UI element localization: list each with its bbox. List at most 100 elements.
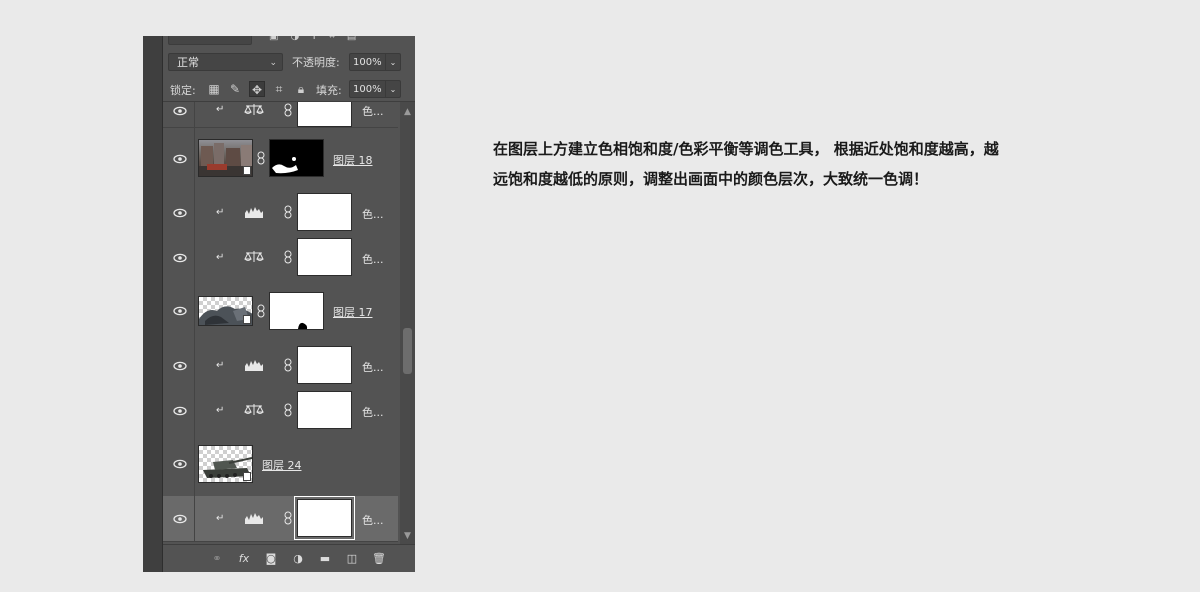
blend-mode-select[interactable]: 正常 ⌄: [168, 53, 283, 71]
lock-position-move-icon[interactable]: ✥: [249, 81, 265, 97]
layers-panel: ▣◑T⌗▤ 正常 ⌄ 不透明度: 100% ⌄ 锁定: ▦ ✎ ✥ ⌗ 🔒︎ 填…: [143, 36, 415, 572]
layer-mask-thumbnail[interactable]: [269, 139, 324, 177]
layer-name[interactable]: 色...: [362, 251, 384, 267]
eye-icon[interactable]: [173, 253, 187, 263]
filter-kind-select[interactable]: [168, 36, 252, 45]
chain-link-icon[interactable]: [257, 151, 265, 165]
panel-inner: ▣◑T⌗▤ 正常 ⌄ 不透明度: 100% ⌄ 锁定: ▦ ✎ ✥ ⌗ 🔒︎ 填…: [163, 36, 415, 572]
clipping-arrow-icon: ↵: [216, 252, 225, 263]
clipping-arrow-icon: ↵: [216, 513, 225, 524]
filter-row: ▣◑T⌗▤: [163, 36, 415, 46]
eye-icon[interactable]: [173, 306, 187, 316]
smart-object-badge-icon: [243, 166, 251, 175]
new-layer-icon[interactable]: ◫: [345, 552, 359, 566]
lock-artboard-crop-icon[interactable]: ⌗: [271, 81, 287, 97]
layer-name[interactable]: 色...: [362, 359, 384, 375]
layer-mask-thumbnail[interactable]: [269, 292, 324, 330]
fill-value: 100%: [353, 84, 382, 95]
color-balance-icon[interactable]: [244, 103, 264, 117]
layer-row-levels[interactable]: ↵ 色...: [163, 343, 398, 389]
layer-row-color-balance[interactable]: ↵ 色...: [163, 388, 398, 434]
chain-link-icon[interactable]: [284, 358, 292, 372]
layers-list: ↵ 色... 图层 18 ↵ 色... ↵ 色... 图层 17 ↵ 色... …: [163, 102, 398, 544]
chain-link-icon[interactable]: [284, 403, 292, 417]
lock-paint-brush-icon[interactable]: ✎: [227, 81, 243, 97]
adjustment-icon[interactable]: ◑: [291, 552, 305, 566]
scroll-up-arrow-icon[interactable]: ▲: [400, 106, 415, 118]
description-line-2: 远饱和度越低的原则，调整出画面中的颜色层次，大致统一色调！: [493, 170, 929, 188]
layer-thumbnail-tank[interactable]: [198, 445, 253, 483]
eye-icon[interactable]: [173, 514, 187, 524]
clipping-arrow-icon: ↵: [216, 104, 225, 115]
trash-icon[interactable]: 🗑︎: [372, 552, 386, 566]
layer-row-smart-object[interactable]: 图层 18: [163, 128, 398, 191]
layer-thumbnail-city[interactable]: [198, 139, 253, 177]
color-balance-icon[interactable]: [244, 403, 264, 417]
layer-mask-thumbnail-selected[interactable]: [294, 496, 355, 540]
layer-mask-thumbnail[interactable]: [297, 346, 352, 384]
scroll-down-arrow-icon[interactable]: ▼: [400, 530, 415, 542]
levels-icon[interactable]: [244, 205, 264, 219]
fill-label: 填充:: [316, 84, 342, 97]
scroll-thumb[interactable]: [403, 328, 412, 374]
opacity-label: 不透明度:: [292, 56, 340, 69]
layer-mask-thumbnail[interactable]: [297, 391, 352, 429]
layer-name[interactable]: 图层 18: [333, 152, 373, 168]
clipping-arrow-icon: ↵: [216, 360, 225, 371]
layer-mask-thumbnail[interactable]: [297, 193, 352, 231]
lock-label: 锁定:: [170, 84, 196, 97]
layer-row-smart-object[interactable]: 图层 17: [163, 280, 398, 344]
filter-icons[interactable]: ▣◑T⌗▤: [269, 36, 368, 42]
levels-icon[interactable]: [244, 358, 264, 372]
eye-icon[interactable]: [173, 406, 187, 416]
add-mask-icon[interactable]: ◙: [264, 552, 278, 566]
chain-link-icon[interactable]: [284, 103, 292, 117]
layer-name[interactable]: 图层 17: [333, 304, 373, 320]
chain-link-icon[interactable]: [284, 250, 292, 264]
layer-name[interactable]: 色...: [362, 206, 384, 222]
layer-mask-thumbnail[interactable]: [297, 238, 352, 276]
chain-link-icon[interactable]: [284, 205, 292, 219]
layer-thumbnail-debris[interactable]: [198, 296, 253, 326]
opacity-value: 100%: [353, 57, 382, 68]
lock-row: 锁定: ▦ ✎ ✥ ⌗ 🔒︎ 填充: 100% ⌄: [163, 77, 415, 102]
eye-icon[interactable]: [173, 459, 187, 469]
clipping-arrow-icon: ↵: [216, 405, 225, 416]
fx-icon[interactable]: fx: [237, 552, 251, 566]
description-line-1: 在图层上方建立色相饱和度/色彩平衡等调色工具， 根据近处饱和度越高，越: [493, 140, 999, 158]
panel-gutter: [143, 36, 163, 572]
chain-link-icon[interactable]: [284, 511, 292, 525]
color-balance-icon[interactable]: [244, 250, 264, 264]
chevron-down-icon[interactable]: ⌄: [385, 54, 400, 70]
lock-transparent-icon[interactable]: ▦: [206, 81, 222, 97]
chevron-down-icon: ⌄: [269, 58, 277, 68]
blend-row: 正常 ⌄ 不透明度: 100% ⌄: [163, 50, 415, 76]
fill-field[interactable]: 100% ⌄: [349, 80, 401, 98]
opacity-field[interactable]: 100% ⌄: [349, 53, 401, 71]
lock-all-icon[interactable]: 🔒︎: [293, 81, 309, 97]
layer-row-levels[interactable]: ↵ 色...: [163, 190, 398, 236]
tutorial-description: 在图层上方建立色相饱和度/色彩平衡等调色工具， 根据近处饱和度越高，越 远饱和度…: [493, 134, 1093, 194]
mask-black-spot: [298, 322, 308, 329]
levels-icon[interactable]: [244, 511, 264, 525]
link-icon[interactable]: ⚭: [210, 552, 224, 566]
layer-row-color-balance[interactable]: ↵ 色...: [163, 235, 398, 281]
chevron-down-icon[interactable]: ⌄: [385, 81, 400, 97]
layer-row-levels-selected[interactable]: ↵ 色...: [163, 496, 398, 542]
layer-name[interactable]: 色...: [362, 103, 384, 119]
layer-row-smart-object[interactable]: 图层 24: [163, 433, 398, 497]
eye-icon[interactable]: [173, 106, 187, 116]
layer-row-color-balance[interactable]: ↵ 色...: [163, 102, 398, 128]
eye-icon[interactable]: [173, 208, 187, 218]
folder-icon[interactable]: ▬: [318, 552, 332, 566]
layer-name[interactable]: 色...: [362, 512, 384, 528]
layer-name[interactable]: 色...: [362, 404, 384, 420]
layer-mask-thumbnail[interactable]: [297, 102, 352, 127]
layer-name[interactable]: 图层 24: [262, 457, 302, 473]
chain-link-icon[interactable]: [257, 304, 265, 318]
eye-icon[interactable]: [173, 154, 187, 164]
layers-scrollbar[interactable]: ▲ ▼: [400, 102, 415, 544]
eye-icon[interactable]: [173, 361, 187, 371]
smart-object-badge-icon: [243, 472, 251, 481]
mask-white-spots: [272, 157, 298, 174]
